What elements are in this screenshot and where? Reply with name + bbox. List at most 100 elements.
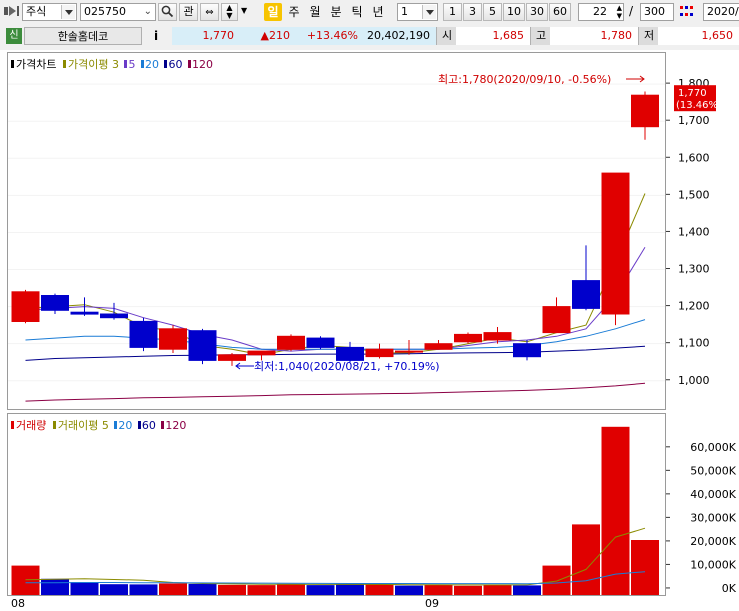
candle-body (395, 350, 423, 353)
chevron-down-icon[interactable]: ⌄ (144, 4, 152, 20)
period-day[interactable]: 일 (264, 3, 282, 21)
volume-panel[interactable]: 거래량 거래이평 5 20 60 120 (7, 413, 666, 596)
candle-body (70, 311, 99, 315)
date-input[interactable]: 2020/09 (703, 3, 739, 21)
volume-bar (100, 584, 128, 595)
candle-body (572, 280, 600, 309)
legend-ma3: 3 (111, 58, 119, 71)
legend-ma20: 20 (144, 58, 159, 71)
price-legend: 가격차트 가격이평 3 5 20 60 120 (11, 56, 213, 72)
price-tick-label: 1,700 (678, 114, 710, 127)
stepper-button[interactable]: ▲ ▼ (221, 3, 238, 21)
volume-legend: 거래량 거래이평 5 20 60 120 (11, 417, 186, 433)
menu-dropdown-icon[interactable]: ▼ (241, 6, 247, 15)
multiplier-select[interactable]: 1 (397, 3, 438, 21)
interval-10-button[interactable]: 10 (503, 3, 525, 21)
volume-bar (631, 540, 659, 595)
trade-volume: 20,402,190 (364, 27, 436, 45)
display-count-value: 22 (593, 5, 607, 18)
candle-body (247, 350, 276, 356)
display-count-input[interactable]: 22 ▲ ▼ (578, 3, 624, 21)
volume-tick-label: 20,000K (690, 535, 736, 548)
candle-body (218, 354, 246, 361)
volume-axis: 0K 10,000K 20,000K 30,000K 40,000K 50,000K 60,… (666, 413, 739, 596)
high-annotation: 최고:1,780(2020/09/10, -0.56%) (438, 73, 611, 86)
candle-body (454, 333, 482, 343)
volume-bar (11, 565, 40, 595)
market-select[interactable]: 주식 (22, 3, 77, 21)
stock-info-button[interactable]: i (145, 27, 167, 45)
count-separator: / (629, 4, 634, 18)
candle-body (129, 320, 158, 348)
volume-legend-title: 거래량 (16, 419, 47, 432)
candle-body (631, 94, 659, 128)
last-price-pct: (13.46%) (676, 100, 722, 111)
price-change: ▲210 (240, 27, 296, 45)
period-month[interactable]: 월 (306, 3, 324, 21)
price-tick-label: 1,400 (678, 225, 710, 238)
legend-ma60: 60 (168, 58, 183, 71)
volume-bar (365, 584, 394, 595)
volume-bar (454, 585, 482, 595)
candle-body (277, 335, 305, 350)
candle-body (11, 291, 40, 323)
legend-swatch (62, 60, 66, 68)
price-tick-label: 1,000 (678, 374, 710, 387)
price-ma-line-120 (25, 382, 646, 402)
spin-updown-icon[interactable]: ▲ ▼ (617, 4, 622, 20)
volume-bar (572, 524, 600, 595)
current-price: 1,770 (172, 27, 240, 45)
candle-body (601, 172, 630, 315)
volume-tick-label: 30,000K (690, 511, 736, 524)
total-count-input[interactable]: 300 (640, 3, 674, 21)
period-minute[interactable]: 분 (327, 3, 345, 21)
volume-bar (218, 584, 246, 595)
interval-60-button[interactable]: 60 (549, 3, 571, 21)
candle-body (483, 332, 512, 341)
stock-code-value: 025750 (84, 5, 126, 18)
price-tick-label: 1,500 (678, 188, 710, 201)
period-week[interactable]: 주 (285, 3, 303, 21)
market-select-value: 주식 (26, 5, 47, 18)
screen-menu-icon[interactable] (4, 5, 20, 17)
last-price-label: 1,770 (678, 88, 707, 99)
legend-vma120: 120 (165, 419, 187, 432)
interval-5-button[interactable]: 5 (483, 3, 502, 21)
legend-swatch (187, 60, 191, 68)
multiplier-value: 1 (401, 5, 408, 18)
chevron-down-icon[interactable] (422, 5, 436, 19)
price-chart: 최고:1,780(2020/09/10, -0.56%) 최저:1,040(202… (8, 73, 665, 402)
link-button[interactable]: ⇔ (200, 3, 219, 21)
price-panel[interactable]: 최고:1,780(2020/09/10, -0.56%) 최저:1,040(202… (7, 52, 666, 410)
candle-body (188, 330, 217, 361)
period-year[interactable]: 년 (369, 3, 387, 21)
candle-body (365, 348, 394, 358)
link-icon: ⇔ (205, 7, 214, 18)
volume-bar (70, 582, 99, 595)
search-button[interactable] (158, 3, 177, 21)
candle-body (542, 306, 571, 334)
legend-vma20: 20 (118, 419, 133, 432)
volume-bar (247, 585, 276, 595)
interval-3-button[interactable]: 3 (463, 3, 482, 21)
price-tick-label: 1,600 (678, 151, 710, 164)
interval-30-button[interactable]: 30 (526, 3, 548, 21)
volume-bar (424, 584, 453, 595)
volume-tick-label: 0K (722, 582, 737, 595)
price-axis-svg: 1,000 1,100 1,200 1,300 1,400 1,500 1,600 1,700… (666, 77, 722, 387)
x-axis: 08 09 (0, 596, 739, 611)
watchlist-button[interactable]: 관 (179, 3, 198, 21)
interval-1-button[interactable]: 1 (443, 3, 462, 21)
low-annotation: 최저:1,040(2020/08/21, +70.19%) (254, 360, 440, 373)
volume-bar (395, 585, 423, 595)
stock-name: 한솔홈데코 (24, 27, 142, 45)
price-ma-line-60 (25, 345, 646, 361)
volume-ma-label: 거래이평 (57, 419, 99, 432)
legend-swatch (11, 421, 14, 429)
chevron-down-icon[interactable] (61, 5, 75, 19)
chart-settings-icon[interactable] (679, 4, 695, 20)
legend-swatch (52, 421, 56, 429)
candle-body (41, 295, 69, 311)
period-tick[interactable]: 틱 (348, 3, 366, 21)
stock-code-input[interactable]: 025750 ⌄ (80, 3, 156, 21)
